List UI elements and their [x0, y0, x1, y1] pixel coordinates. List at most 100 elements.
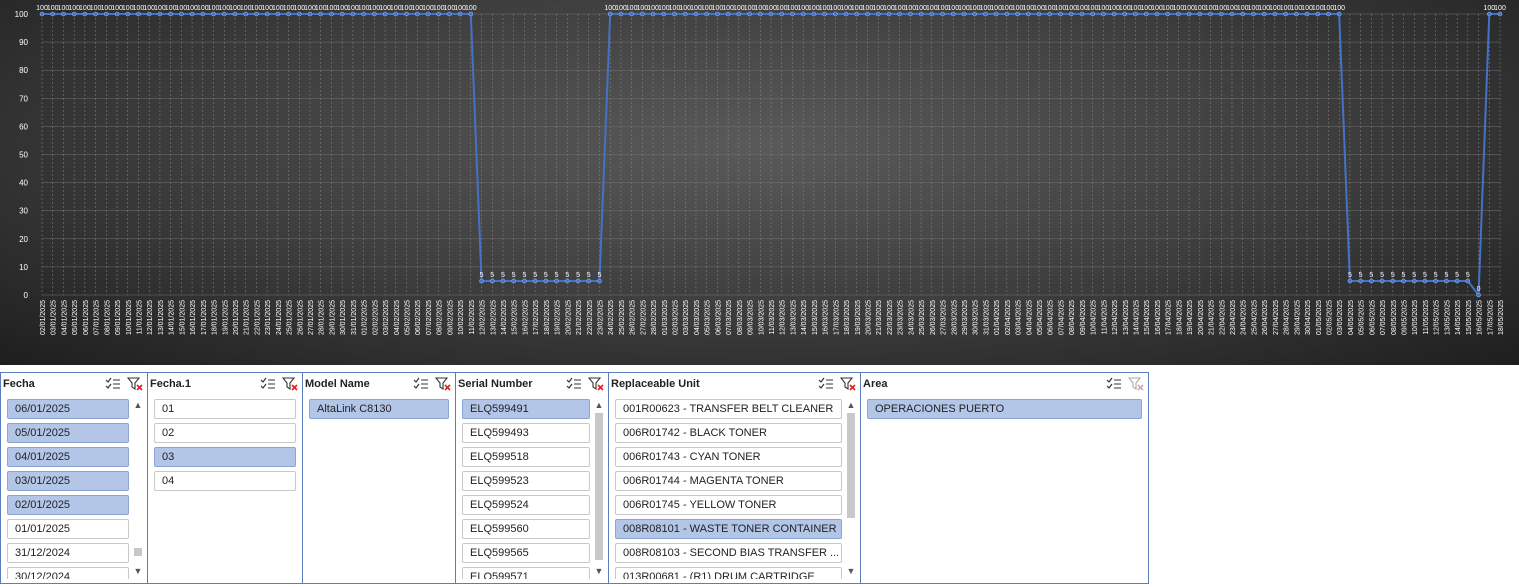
- multi-select-icon[interactable]: [566, 376, 582, 392]
- data-point: [704, 11, 709, 17]
- slicer-serial-number: Serial Number ELQ599491 ELQ599493 ELQ59951…: [456, 372, 609, 584]
- x-tick-label: 20/02/2025: [565, 300, 572, 335]
- data-point: [1294, 11, 1299, 17]
- data-point: [511, 278, 517, 284]
- scroll-up-icon[interactable]: ▲: [845, 399, 857, 411]
- slicer-item[interactable]: 006R01743 - CYAN TONER: [615, 447, 842, 467]
- data-point: [447, 11, 452, 17]
- x-tick-label: 15/03/2025: [812, 300, 819, 335]
- x-tick-label: 04/03/2025: [694, 300, 701, 335]
- x-tick-label: 05/05/2025: [1359, 300, 1366, 335]
- slicer-item-list: AltaLink C8130: [309, 399, 449, 579]
- data-label: 5: [1402, 272, 1406, 279]
- scroll-up-icon[interactable]: ▲: [132, 399, 144, 411]
- data-point: [457, 11, 463, 17]
- scroll-up-icon[interactable]: ▲: [593, 399, 605, 411]
- scrollbar[interactable]: ▲ ▼: [845, 399, 857, 577]
- multi-select-icon[interactable]: [105, 376, 121, 392]
- slicer-item[interactable]: 01: [154, 399, 296, 419]
- x-tick-label: 22/02/2025: [587, 300, 594, 335]
- slicer-title: Area: [863, 378, 888, 390]
- slicer-item[interactable]: 006R01744 - MAGENTA TONER: [615, 471, 842, 491]
- multi-select-icon[interactable]: [413, 376, 429, 392]
- data-point: [1251, 11, 1256, 17]
- slicer-item[interactable]: 006R01742 - BLACK TONER: [615, 423, 842, 443]
- slicer-item[interactable]: 03: [154, 447, 296, 467]
- clear-filter-icon[interactable]: [839, 376, 856, 392]
- multi-select-icon[interactable]: [260, 376, 276, 392]
- data-point: [918, 11, 924, 17]
- slicer-item[interactable]: ELQ599491: [462, 399, 590, 419]
- multi-select-icon[interactable]: [1106, 376, 1122, 392]
- slicer-item[interactable]: ELQ599565: [462, 543, 590, 563]
- slicer-item[interactable]: 03/01/2025: [7, 471, 129, 491]
- scroll-thumb[interactable]: [847, 413, 855, 518]
- slicer-item[interactable]: 05/01/2025: [7, 423, 129, 443]
- clear-filter-icon[interactable]: [281, 376, 298, 392]
- x-tick-label: 09/02/2025: [447, 300, 454, 335]
- data-point: [350, 11, 356, 17]
- slicer-item-list: 01 02 03 04: [154, 399, 296, 579]
- x-tick-label: 01/04/2025: [994, 300, 1001, 335]
- slicer-item[interactable]: ELQ599518: [462, 447, 590, 467]
- data-point: [1111, 11, 1117, 17]
- data-point: [779, 11, 785, 17]
- y-tick-label: 60: [19, 122, 28, 131]
- slicer-item[interactable]: 31/12/2024: [7, 543, 129, 563]
- x-tick-label: 25/04/2025: [1251, 300, 1258, 335]
- slicer-item[interactable]: 013R00681 - (R1) DRUM CARTRIDGE: [615, 567, 842, 579]
- slicer-item[interactable]: 01/01/2025: [7, 519, 129, 539]
- slicer-item[interactable]: ELQ599560: [462, 519, 590, 539]
- multi-select-icon[interactable]: [818, 376, 834, 392]
- data-point: [425, 11, 431, 17]
- slicer-item[interactable]: ELQ599523: [462, 471, 590, 491]
- scroll-down-icon[interactable]: ▼: [593, 565, 605, 577]
- x-tick-label: 03/05/2025: [1337, 300, 1344, 335]
- scrollbar[interactable]: ▲ ▼: [593, 399, 605, 577]
- x-tick-label: 27/04/2025: [1273, 300, 1280, 335]
- data-point: [1261, 11, 1267, 17]
- data-point: [296, 11, 302, 17]
- slicer-item[interactable]: 04: [154, 471, 296, 491]
- x-tick-label: 18/04/2025: [1176, 300, 1183, 335]
- slicer-item[interactable]: 04/01/2025: [7, 447, 129, 467]
- clear-filter-icon[interactable]: [587, 376, 604, 392]
- slicer-item[interactable]: 30/12/2024: [7, 567, 129, 579]
- x-tick-label: 26/03/2025: [930, 300, 937, 335]
- y-tick-label: 10: [19, 263, 28, 272]
- scroll-thumb[interactable]: [595, 413, 603, 560]
- data-point: [950, 11, 956, 17]
- scroll-down-icon[interactable]: ▼: [132, 565, 144, 577]
- x-tick-label: 19/03/2025: [855, 300, 862, 335]
- slicer-title: Model Name: [305, 378, 370, 390]
- scroll-down-icon[interactable]: ▼: [845, 565, 857, 577]
- clear-filter-icon[interactable]: [434, 376, 451, 392]
- slicer-item[interactable]: OPERACIONES PUERTO: [867, 399, 1142, 419]
- x-tick-label: 23/03/2025: [898, 300, 905, 335]
- slicer-item[interactable]: ELQ599524: [462, 495, 590, 515]
- x-tick-label: 14/02/2025: [501, 300, 508, 335]
- slicer-item[interactable]: 008R08103 - SECOND BIAS TRANSFER ...: [615, 543, 842, 563]
- data-point: [318, 11, 324, 17]
- slicer-item[interactable]: 02/01/2025: [7, 495, 129, 515]
- slicer-item[interactable]: 02: [154, 423, 296, 443]
- slicer-item[interactable]: ELQ599571: [462, 567, 590, 579]
- scrollbar[interactable]: ▲ ▼: [132, 399, 144, 577]
- x-tick-label: 31/01/2025: [351, 300, 358, 335]
- scroll-thumb[interactable]: [134, 547, 142, 556]
- data-point: [833, 11, 838, 17]
- slicer-item[interactable]: 001R00623 - TRANSFER BELT CLEANER: [615, 399, 842, 419]
- slicer-title: Replaceable Unit: [611, 378, 700, 390]
- slicer-item[interactable]: AltaLink C8130: [309, 399, 449, 419]
- clear-filter-icon[interactable]: [1127, 376, 1144, 392]
- x-tick-label: 19/02/2025: [555, 300, 562, 335]
- data-point: [1015, 11, 1020, 17]
- slicer-item[interactable]: 06/01/2025: [7, 399, 129, 419]
- slicer-item[interactable]: ELQ599493: [462, 423, 590, 443]
- slicer-item[interactable]: 008R08101 - WASTE TONER CONTAINER: [615, 519, 842, 539]
- slicer-item[interactable]: 006R01745 - YELLOW TONER: [615, 495, 842, 515]
- x-tick-label: 02/02/2025: [372, 300, 379, 335]
- slicer-item-list: ELQ599491 ELQ599493 ELQ599518 ELQ599523 ELQ5…: [462, 399, 590, 579]
- x-tick-label: 10/02/2025: [458, 300, 465, 335]
- clear-filter-icon[interactable]: [126, 376, 143, 392]
